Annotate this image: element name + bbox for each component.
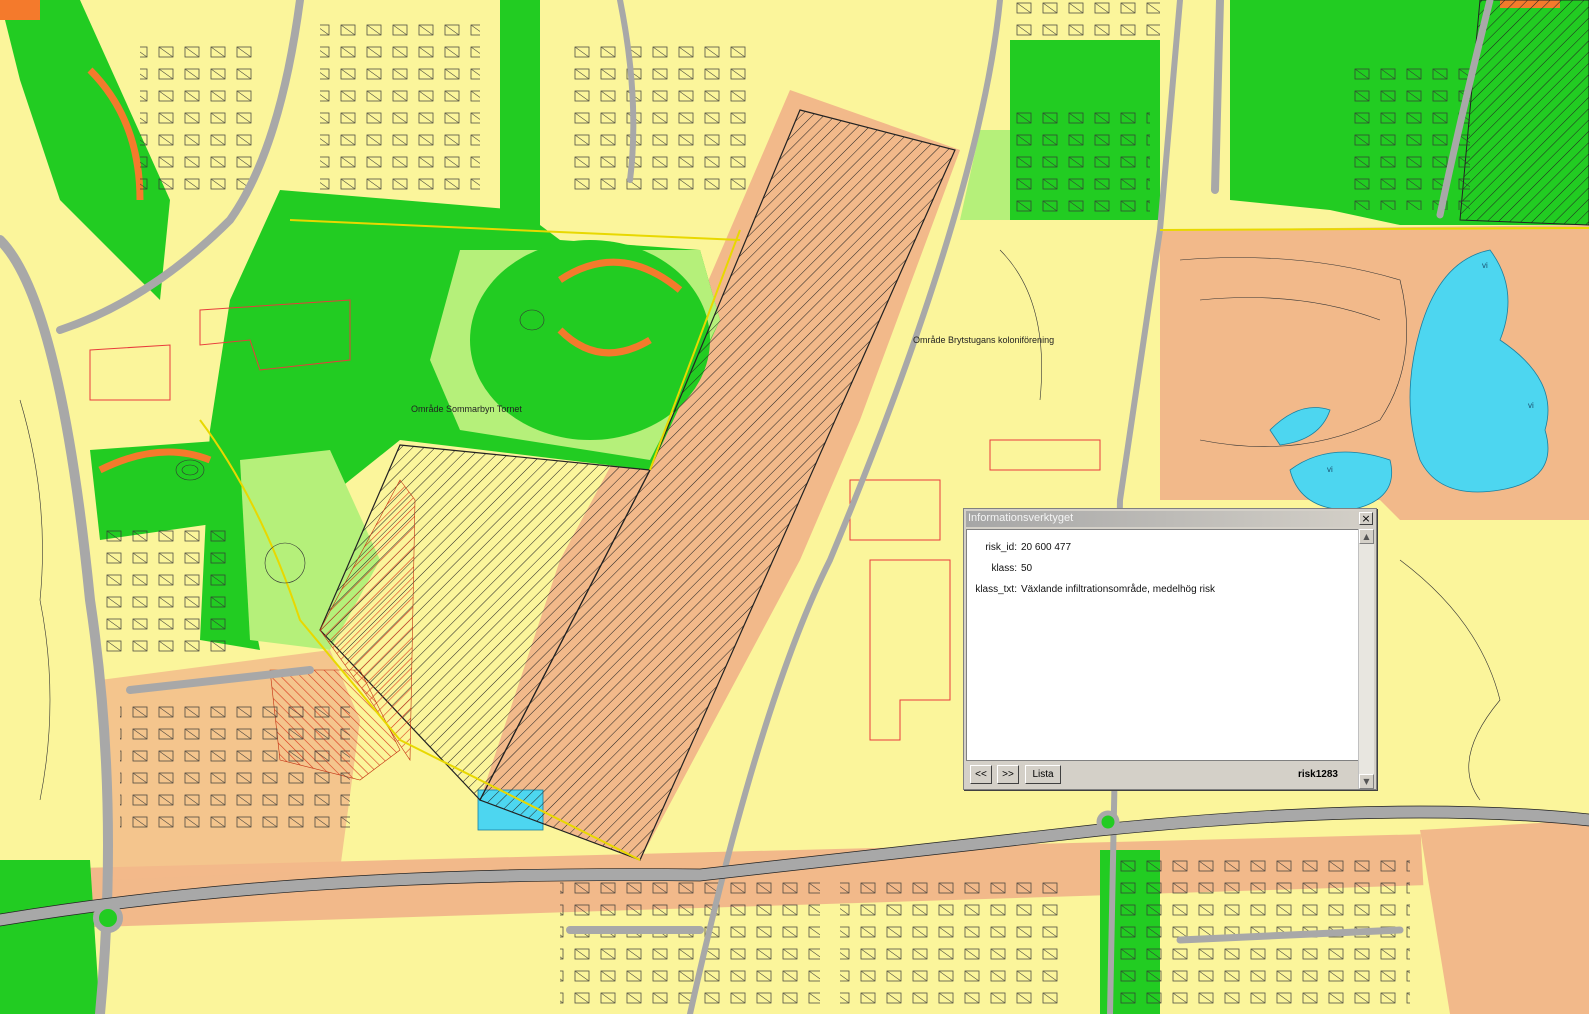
attribute-row-risk-id: risk_id: 20 600 477: [967, 542, 1347, 556]
next-button[interactable]: >>: [997, 765, 1019, 784]
water-label: vi: [1482, 261, 1488, 270]
orange-block: [0, 0, 40, 20]
scroll-up-icon[interactable]: ▲: [1359, 529, 1374, 544]
attribute-panel: risk_id: 20 600 477 klass: 50 klass_txt:…: [966, 529, 1360, 761]
roundabout: [93, 903, 123, 933]
attribute-key: risk_id:: [985, 542, 1017, 553]
area-label-brytstugan: Område Brytstugans koloniförening: [913, 335, 1055, 345]
water-label: vi: [1528, 401, 1534, 410]
close-button[interactable]: ×: [1359, 512, 1373, 525]
area-label-sommarbyn: Område Sommarbyn Tornet: [411, 404, 522, 414]
list-button[interactable]: Lista: [1025, 765, 1061, 784]
roundabout: [1096, 810, 1120, 834]
attribute-value: 20 600 477: [1021, 542, 1072, 553]
scroll-down-icon[interactable]: ▼: [1359, 774, 1374, 789]
window-title: Informationsverktyget: [968, 512, 1074, 524]
attribute-value: 50: [1021, 563, 1033, 574]
layer-name: risk1283: [1297, 769, 1338, 780]
attribute-row-klass-txt: klass_txt: Växlande infiltrationsområde,…: [967, 584, 1347, 598]
vertical-scrollbar[interactable]: ▲ ▼: [1358, 529, 1374, 789]
attribute-value: Växlande infiltrationsområde, medelhög r…: [1021, 584, 1215, 595]
attribute-key: klass:: [991, 563, 1017, 574]
map-canvas[interactable]: vi vi vi: [0, 0, 1589, 1014]
close-icon: ×: [1361, 512, 1371, 525]
water-label: vi: [1327, 465, 1333, 474]
attribute-key: klass_txt:: [975, 584, 1017, 595]
info-footer: << >> Lista risk1283: [966, 763, 1360, 787]
info-titlebar[interactable]: Informationsverktyget ×: [966, 511, 1374, 527]
attribute-row-klass: klass: 50: [967, 563, 1347, 577]
info-tool-window[interactable]: Informationsverktyget × risk_id: 20 600 …: [963, 508, 1377, 790]
previous-button[interactable]: <<: [970, 765, 992, 784]
